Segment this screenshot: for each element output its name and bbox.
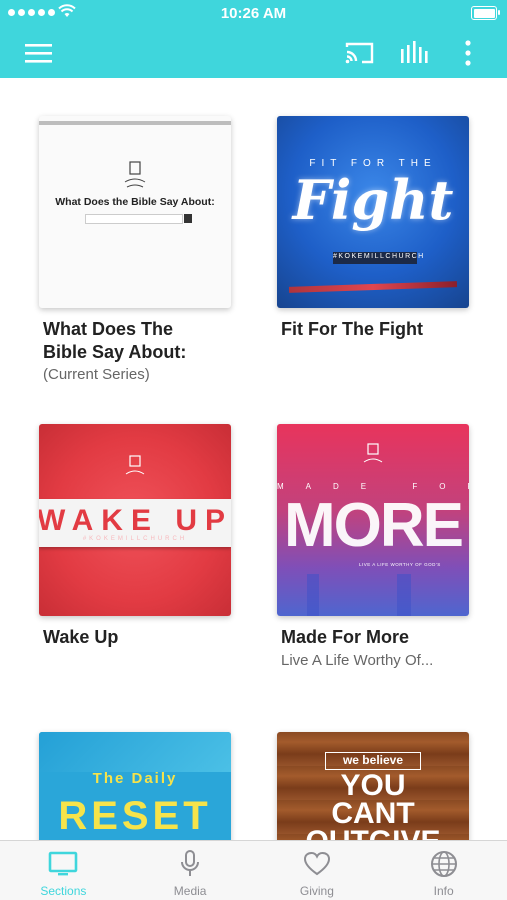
tab-media[interactable]: Media <box>127 841 254 900</box>
artwork-line2: CANT <box>331 797 415 830</box>
microphone-icon <box>175 850 205 878</box>
status-bar: 10:26 AM <box>0 0 507 28</box>
artwork-title: What Does the Bible Say About: <box>55 196 215 208</box>
series-artwork: The Daily RESET <box>39 732 231 840</box>
more-vertical-icon <box>465 40 471 66</box>
series-artwork: we believe YOU CANT OUTGIVE <box>277 732 469 840</box>
card-title-line2: Bible Say About: <box>43 342 187 362</box>
tab-giving[interactable]: Giving <box>254 841 381 900</box>
card-title-line1: Made For More <box>281 627 410 647</box>
series-artwork: MADE FOR MORE LIVE A LIFE WORTHY OF GOD'… <box>277 424 469 616</box>
artwork-main: RESET <box>58 794 212 838</box>
church-logo <box>124 161 146 188</box>
card-title-line1: What Does The <box>43 319 174 339</box>
card-title-line1: Fit For The Fight <box>281 319 423 339</box>
artwork-tag: LIVE A LIFE WORTHY OF GOD'S <box>359 562 441 567</box>
artwork-tag: #KOKEMILLCHURCH <box>333 253 425 260</box>
artwork-main: MORE <box>284 491 464 560</box>
audio-button[interactable] <box>392 28 436 78</box>
card-subtitle: (Current Series) <box>43 366 150 383</box>
artwork-tag: #KOKEMILLCHURCH <box>82 536 188 542</box>
series-artwork: What Does the Bible Say About: <box>39 116 231 308</box>
tab-sections[interactable]: Sections <box>0 841 127 900</box>
tab-label: Sections <box>40 884 87 898</box>
globe-icon <box>429 850 459 878</box>
artwork-main: Fight <box>292 168 454 232</box>
tab-label: Media <box>173 884 207 898</box>
menu-button[interactable] <box>17 28 61 78</box>
tab-label: Info <box>433 884 454 898</box>
more-button[interactable] <box>446 28 490 78</box>
church-logo <box>363 443 383 463</box>
series-artwork: WAKE UP #KOKEMILLCHURCH <box>39 424 231 616</box>
card-subtitle: Live A Life Worthy Of... <box>281 652 434 669</box>
artwork-main: WAKE UP <box>39 504 231 537</box>
tab-info[interactable]: Info <box>380 841 507 900</box>
church-logo <box>125 455 145 475</box>
tab-label: Giving <box>299 884 334 898</box>
artwork-top: we believe <box>342 753 404 767</box>
artwork-line3: OUTGIVE <box>277 827 469 841</box>
series-artwork: FIT FOR THE Fight #KOKEMILLCHURCH <box>277 116 469 308</box>
heart-icon <box>302 850 332 878</box>
artwork-line1: YOU <box>340 769 406 802</box>
card-title-line1: Wake Up <box>43 627 119 647</box>
battery-icon <box>471 6 500 20</box>
tv-icon <box>48 850 78 878</box>
audio-bars-icon <box>401 41 428 63</box>
sections-grid: What Does the Bible Say About: What Does… <box>0 78 507 840</box>
status-time: 10:26 AM <box>220 5 287 22</box>
tab-bar: Sections Media Giving Info <box>0 840 507 900</box>
artwork-top: The Daily <box>92 770 178 787</box>
menu-icon <box>25 44 52 63</box>
cast-button[interactable] <box>338 28 382 78</box>
cast-icon <box>345 42 374 64</box>
nav-bar <box>0 28 507 78</box>
